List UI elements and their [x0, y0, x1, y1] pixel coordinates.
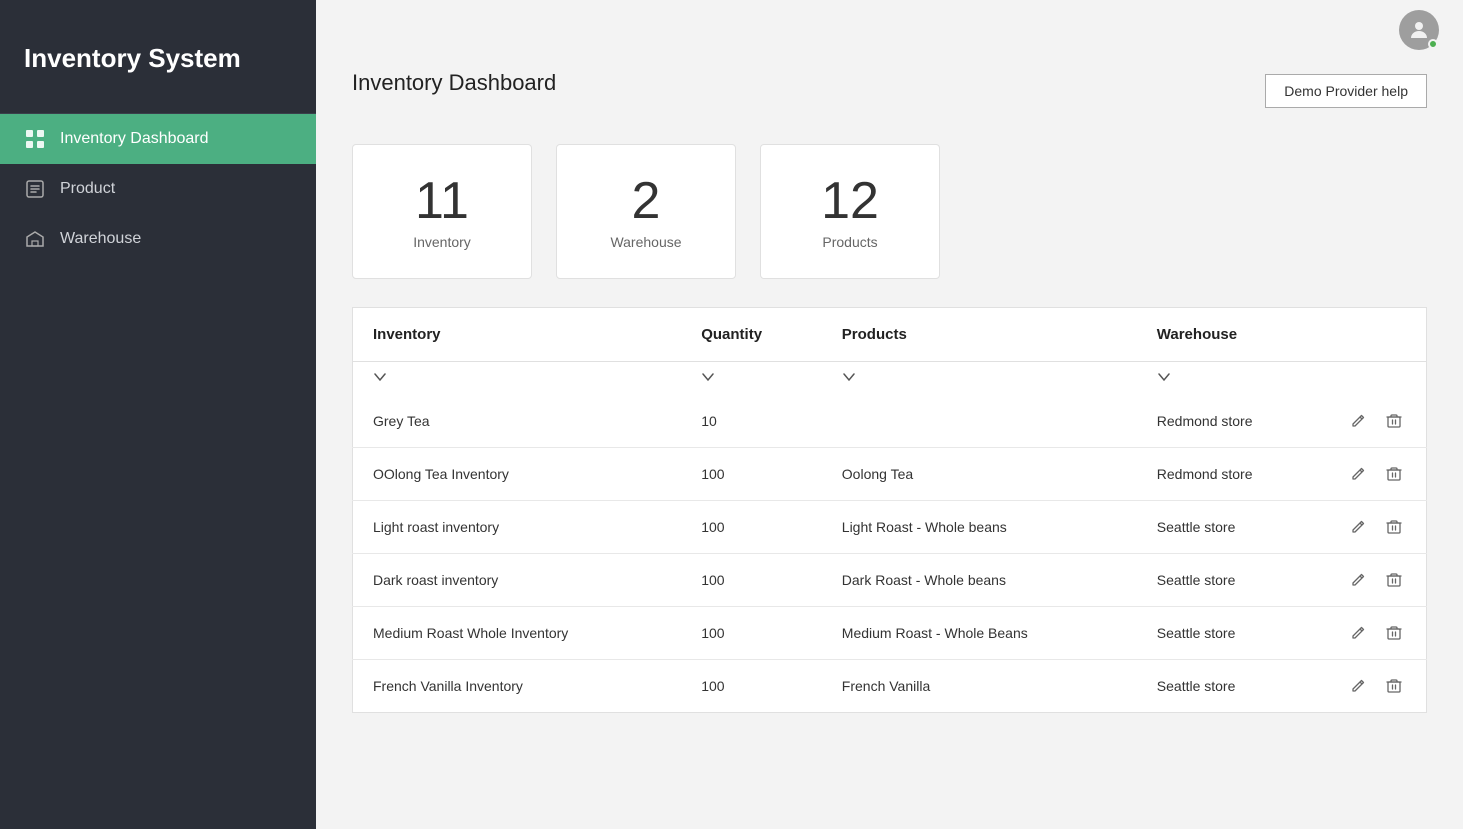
- cell-inventory: French Vanilla Inventory: [353, 660, 682, 713]
- avatar[interactable]: [1399, 10, 1439, 50]
- page-title: Inventory Dashboard: [352, 70, 556, 96]
- product-icon: [24, 178, 46, 200]
- table-row: Grey Tea 10 Redmond store: [353, 395, 1427, 448]
- edit-button[interactable]: [1346, 623, 1370, 643]
- cell-inventory: Grey Tea: [353, 395, 682, 448]
- sidebar-nav: Inventory Dashboard Product Warehouse: [0, 114, 316, 264]
- edit-button[interactable]: [1346, 570, 1370, 590]
- cell-warehouse: Seattle store: [1137, 501, 1326, 554]
- cell-product: [822, 395, 1137, 448]
- col-header-quantity: Quantity: [681, 308, 822, 362]
- cell-warehouse: Redmond store: [1137, 448, 1326, 501]
- cell-quantity: 10: [681, 395, 822, 448]
- cell-actions: [1326, 448, 1427, 501]
- cell-quantity: 100: [681, 448, 822, 501]
- delete-button[interactable]: [1382, 464, 1406, 484]
- cell-quantity: 100: [681, 607, 822, 660]
- cell-product: Oolong Tea: [822, 448, 1137, 501]
- edit-button[interactable]: [1346, 411, 1370, 431]
- cell-quantity: 100: [681, 554, 822, 607]
- filter-products[interactable]: [842, 370, 856, 384]
- filter-warehouse[interactable]: [1157, 370, 1171, 384]
- delete-button[interactable]: [1382, 570, 1406, 590]
- cell-inventory: Medium Roast Whole Inventory: [353, 607, 682, 660]
- sidebar-item-inventory-dashboard[interactable]: Inventory Dashboard: [0, 114, 316, 164]
- cell-product: Light Roast - Whole beans: [822, 501, 1137, 554]
- col-header-warehouse: Warehouse: [1137, 308, 1326, 362]
- cell-quantity: 100: [681, 660, 822, 713]
- sidebar-item-warehouse[interactable]: Warehouse: [0, 214, 316, 264]
- table-row: Light roast inventory 100 Light Roast - …: [353, 501, 1427, 554]
- topbar: [1375, 0, 1463, 60]
- stat-number-warehouse: 2: [632, 173, 661, 230]
- cell-actions: [1326, 395, 1427, 448]
- sidebar: Inventory System Inventory Dashboard P: [0, 0, 316, 829]
- cell-warehouse: Seattle store: [1137, 554, 1326, 607]
- stat-label-products: Products: [822, 234, 877, 250]
- cell-actions: [1326, 501, 1427, 554]
- cell-quantity: 100: [681, 501, 822, 554]
- sidebar-item-label-product: Product: [60, 180, 115, 198]
- cell-actions: [1326, 607, 1427, 660]
- page-content: Inventory Dashboard Demo Provider help 1…: [316, 0, 1463, 749]
- filter-inventory[interactable]: [373, 370, 387, 384]
- app-title: Inventory System: [0, 0, 316, 114]
- table-row: Medium Roast Whole Inventory 100 Medium …: [353, 607, 1427, 660]
- filter-quantity[interactable]: [701, 370, 715, 384]
- sidebar-item-product[interactable]: Product: [0, 164, 316, 214]
- stat-label-inventory: Inventory: [413, 234, 471, 250]
- edit-button[interactable]: [1346, 464, 1370, 484]
- stat-card-products: 12 Products: [760, 144, 940, 279]
- stat-label-warehouse: Warehouse: [610, 234, 681, 250]
- inventory-table: Inventory Quantity Products Warehouse: [352, 307, 1427, 713]
- cell-product: Dark Roast - Whole beans: [822, 554, 1137, 607]
- delete-button[interactable]: [1382, 623, 1406, 643]
- table-row: Dark roast inventory 100 Dark Roast - Wh…: [353, 554, 1427, 607]
- cell-warehouse: Seattle store: [1137, 660, 1326, 713]
- delete-button[interactable]: [1382, 676, 1406, 696]
- table-row: OOlong Tea Inventory 100 Oolong Tea Redm…: [353, 448, 1427, 501]
- filter-row: [353, 362, 1427, 396]
- delete-button[interactable]: [1382, 411, 1406, 431]
- warehouse-icon: [24, 228, 46, 250]
- table-row: French Vanilla Inventory 100 French Vani…: [353, 660, 1427, 713]
- cell-inventory: OOlong Tea Inventory: [353, 448, 682, 501]
- edit-button[interactable]: [1346, 517, 1370, 537]
- cell-product: French Vanilla: [822, 660, 1137, 713]
- avatar-online-dot: [1428, 39, 1438, 49]
- col-header-inventory: Inventory: [353, 308, 682, 362]
- cell-warehouse: Seattle store: [1137, 607, 1326, 660]
- cell-product: Medium Roast - Whole Beans: [822, 607, 1137, 660]
- cell-actions: [1326, 660, 1427, 713]
- cell-actions: [1326, 554, 1427, 607]
- edit-button[interactable]: [1346, 676, 1370, 696]
- stat-card-inventory: 11 Inventory: [352, 144, 532, 279]
- main-content: Inventory Dashboard Demo Provider help 1…: [316, 0, 1463, 829]
- sidebar-item-label-warehouse: Warehouse: [60, 230, 141, 248]
- cell-warehouse: Redmond store: [1137, 395, 1326, 448]
- dashboard-icon: [24, 128, 46, 150]
- cell-inventory: Dark roast inventory: [353, 554, 682, 607]
- stat-number-products: 12: [821, 173, 879, 230]
- delete-button[interactable]: [1382, 517, 1406, 537]
- col-header-products: Products: [822, 308, 1137, 362]
- stats-row: 11 Inventory 2 Warehouse 12 Products: [352, 144, 1427, 279]
- table-body: Grey Tea 10 Redmond store: [353, 395, 1427, 713]
- stat-number-inventory: 11: [415, 173, 469, 230]
- stat-card-warehouse: 2 Warehouse: [556, 144, 736, 279]
- cell-inventory: Light roast inventory: [353, 501, 682, 554]
- col-header-actions: [1326, 308, 1427, 362]
- sidebar-item-label-dashboard: Inventory Dashboard: [60, 130, 209, 148]
- help-button[interactable]: Demo Provider help: [1265, 74, 1427, 108]
